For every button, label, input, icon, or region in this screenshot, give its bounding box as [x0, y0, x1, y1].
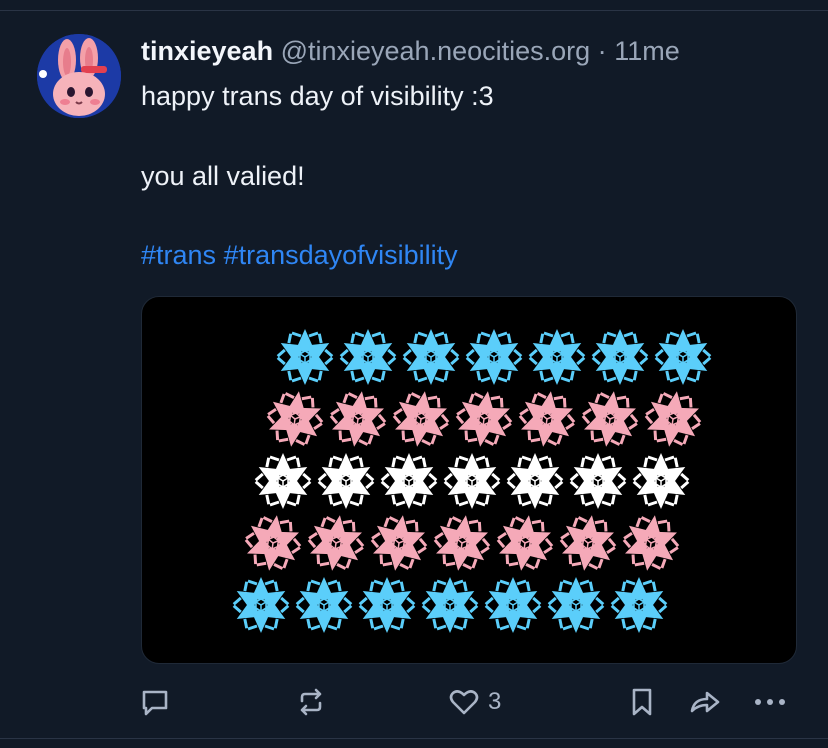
snowflake-mark [442, 451, 502, 511]
bookmark-button[interactable] [628, 684, 656, 720]
snowflake-mark [483, 575, 543, 635]
share-button[interactable] [688, 684, 722, 720]
trans-flag-snowflake-pattern-icon [231, 327, 713, 635]
speech-bubble-icon [142, 690, 168, 716]
snowflake-mark [464, 327, 524, 387]
snowflake-mark [568, 451, 628, 511]
snowflake-mark [527, 327, 587, 387]
snowflake-mark [365, 509, 433, 577]
heart-icon [449, 690, 479, 715]
snowflake-mark [420, 575, 480, 635]
like-button[interactable]: 3 [448, 684, 501, 720]
snowflake-mark [316, 451, 376, 511]
hashtag-trans[interactable]: #trans [141, 240, 216, 270]
snowflake-mark [379, 451, 439, 511]
snowflake-mark [450, 385, 518, 453]
snowflake-mark [609, 575, 669, 635]
snowflake-mark [590, 327, 650, 387]
snowflake-mark [639, 385, 707, 453]
snowflake-mark [253, 451, 313, 511]
snowflake-mark [576, 385, 644, 453]
user-handle[interactable]: @tinxieyeah.neocities.org [281, 36, 591, 66]
snowflake-mark [617, 509, 685, 577]
bottom-divider [0, 738, 828, 739]
snowflake-mark [387, 385, 455, 453]
snowflake-mark [275, 327, 335, 387]
snowflake-mark [513, 385, 581, 453]
hashtag-line: #trans #transdayofvisibility [141, 237, 458, 273]
snowflake-mark [653, 327, 713, 387]
snowflake-mark [428, 509, 496, 577]
display-name[interactable]: tinxieyeah [141, 36, 273, 66]
snowflake-mark [239, 509, 307, 577]
snowflake-mark [231, 575, 291, 635]
more-options-button[interactable] [752, 684, 788, 720]
top-divider [0, 10, 828, 11]
snowflake-mark [294, 575, 354, 635]
pink-bunny-avatar-icon [37, 34, 121, 118]
snowflake-mark [401, 327, 461, 387]
header-separator: · [597, 36, 607, 66]
post-header: tinxieyeah @tinxieyeah.neocities.org · 1… [141, 33, 680, 69]
snowflake-mark [302, 509, 370, 577]
snowflake-mark [505, 451, 565, 511]
snowflake-mark [324, 385, 392, 453]
snowflake-mark [491, 509, 559, 577]
post-text-line-1: happy trans day of visibility :3 [141, 81, 494, 111]
snowflake-mark [631, 451, 691, 511]
snowflake-mark [338, 327, 398, 387]
snowflake-mark [357, 575, 417, 635]
snowflake-mark [554, 509, 622, 577]
post-image[interactable] [141, 296, 797, 664]
ellipsis-icon [755, 699, 785, 705]
reply-button[interactable] [139, 684, 171, 720]
repost-icon [300, 688, 322, 716]
timestamp[interactable]: 11me [614, 36, 680, 66]
avatar[interactable] [37, 34, 121, 118]
hashtag-transdayofvisibility[interactable]: #transdayofvisibility [224, 240, 458, 270]
like-count: 3 [488, 688, 502, 715]
share-arrow-icon [690, 691, 720, 713]
boost-button[interactable] [295, 684, 327, 720]
post-text-line-2: you all valied! [141, 161, 305, 191]
snowflake-mark [261, 385, 329, 453]
bookmark-icon [632, 688, 652, 716]
snowflake-mark [546, 575, 606, 635]
